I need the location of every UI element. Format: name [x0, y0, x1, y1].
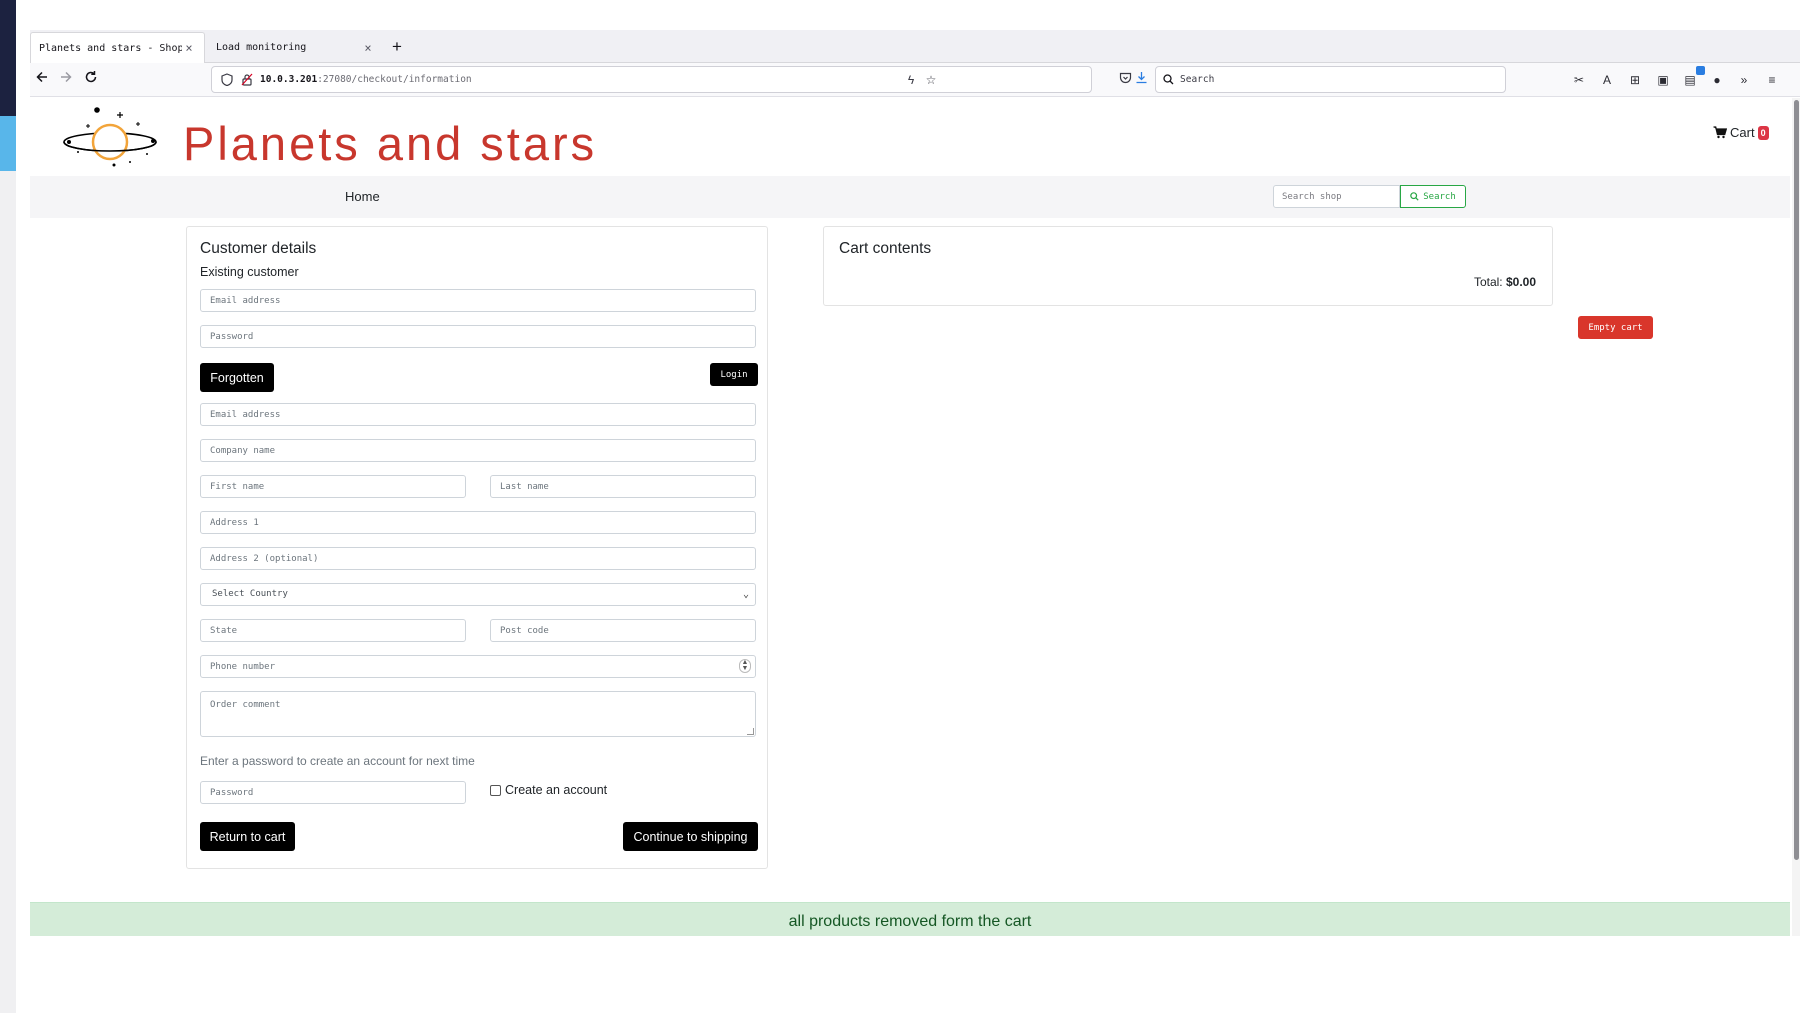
shop-search-input[interactable]: [1273, 185, 1400, 208]
tab-shop[interactable]: Planets and stars - Shop ×: [30, 32, 205, 63]
new-tab-button[interactable]: +: [386, 36, 408, 58]
cart-total-value: $0.00: [1505, 275, 1536, 289]
back-button[interactable]: [30, 68, 54, 92]
phone-input[interactable]: [200, 655, 756, 678]
country-select-value: Select Country: [212, 589, 288, 599]
login-password-input[interactable]: [200, 325, 756, 348]
cart-link[interactable]: Cart 0: [1713, 125, 1769, 140]
reload-button[interactable]: [79, 68, 103, 92]
login-button[interactable]: Login: [710, 363, 758, 386]
browser-window: Planets and stars - Shop × Load monitori…: [30, 30, 1800, 936]
last-name-input[interactable]: [490, 475, 756, 498]
close-icon[interactable]: ×: [361, 41, 375, 55]
success-alert: all products removed form the cart: [30, 902, 1790, 936]
extension-screenshot-icon[interactable]: ✂: [1570, 71, 1588, 89]
customer-details-card: Customer details Existing customer Forgo…: [186, 226, 768, 869]
desktop-edge-dark: [0, 0, 16, 116]
cart-contents-card: Cart contents Total: $0.00: [823, 226, 1553, 306]
site-nav: Home Search: [30, 176, 1790, 218]
empty-cart-button[interactable]: Empty cart: [1578, 316, 1653, 339]
order-comment-textarea[interactable]: [200, 691, 756, 737]
site-title[interactable]: Planets and stars: [183, 116, 597, 171]
cart-contents-title: Cart contents: [839, 240, 932, 257]
create-account-hint: Enter a password to create an account fo…: [200, 754, 475, 768]
continue-to-shipping-button[interactable]: Continue to shipping: [623, 822, 758, 851]
number-stepper-icon[interactable]: ▲ ▼: [739, 659, 751, 673]
search-icon: [1163, 74, 1174, 85]
overflow-chevron-icon[interactable]: »: [1735, 71, 1753, 89]
browser-search-bar[interactable]: Search: [1155, 66, 1506, 93]
insecure-lock-icon[interactable]: [240, 73, 254, 87]
resize-handle-icon[interactable]: [747, 728, 754, 735]
extension-grid-icon[interactable]: ⊞: [1626, 71, 1644, 89]
site-header: Planets and stars Cart 0: [30, 98, 1790, 176]
close-icon[interactable]: ×: [182, 41, 196, 55]
company-input[interactable]: [200, 439, 756, 462]
url-host: 10.0.3.201: [260, 74, 318, 85]
planet-logo-icon[interactable]: [60, 104, 166, 170]
phone-field: ▲▼: [200, 655, 756, 678]
shield-icon[interactable]: [220, 72, 234, 87]
tab-bar: Planets and stars - Shop × Load monitori…: [30, 30, 1800, 63]
extension-badge: [1696, 66, 1705, 75]
menu-icon[interactable]: ≡: [1763, 71, 1781, 89]
state-input[interactable]: [200, 619, 466, 642]
extension-note-icon[interactable]: ▣: [1654, 71, 1672, 89]
cart-total: Total: $0.00: [1474, 275, 1536, 289]
shopping-cart-icon: [1713, 126, 1727, 139]
cart-total-label: Total:: [1473, 275, 1506, 289]
web-page: Planets and stars Cart 0 Home Search Cus…: [30, 98, 1800, 936]
url-path: :27080/checkout/information: [317, 74, 472, 85]
tab-title: Planets and stars - Shop: [39, 42, 182, 54]
nav-home-link[interactable]: Home: [345, 189, 380, 204]
desktop-edge-accent: [0, 116, 16, 171]
existing-customer-title: Existing customer: [200, 265, 299, 279]
create-account-checkbox-row[interactable]: Create an account: [490, 783, 607, 797]
scrollbar-thumb[interactable]: [1794, 100, 1799, 860]
customer-details-title: Customer details: [200, 240, 317, 257]
forgotten-button[interactable]: Forgotten: [200, 363, 274, 392]
reload-icon: [85, 71, 97, 83]
lightning-icon[interactable]: ϟ: [903, 72, 919, 88]
shop-search-button-label: Search: [1423, 191, 1456, 202]
tab-load-monitoring[interactable]: Load monitoring ×: [208, 32, 383, 63]
shop-search-button[interactable]: Search: [1400, 185, 1466, 208]
address1-input[interactable]: [200, 511, 756, 534]
create-account-checkbox[interactable]: [490, 784, 501, 796]
comment-field: [200, 691, 756, 737]
search-placeholder: Search: [1180, 74, 1215, 85]
create-account-label: Create an account: [505, 783, 608, 797]
extension-translate-icon[interactable]: A: [1598, 71, 1616, 89]
browser-toolbar: 10.0.3.201 :27080/checkout/information ϟ…: [30, 63, 1800, 97]
search-icon: [1410, 192, 1419, 201]
address2-input[interactable]: [200, 547, 756, 570]
address-bar[interactable]: 10.0.3.201 :27080/checkout/information ϟ…: [211, 66, 1092, 93]
tab-title: Load monitoring: [216, 42, 307, 53]
bookmark-star-icon[interactable]: ☆: [923, 72, 939, 88]
cart-label: Cart: [1730, 125, 1755, 140]
extension-cookie-icon[interactable]: ●: [1708, 71, 1726, 89]
login-email-input[interactable]: [200, 289, 756, 312]
cart-count-badge: 0: [1757, 125, 1769, 140]
forward-arrow-icon: [61, 71, 72, 83]
screen: Planets and stars - Shop × Load monitori…: [0, 0, 1800, 1013]
download-icon[interactable]: [1132, 71, 1150, 89]
new-password-input[interactable]: [200, 781, 466, 804]
country-select[interactable]: Select Country ⌄: [200, 583, 756, 606]
forward-button[interactable]: [54, 68, 78, 92]
page-scrollbar[interactable]: [1792, 98, 1800, 936]
postcode-input[interactable]: [490, 619, 756, 642]
back-arrow-icon: [36, 71, 47, 83]
first-name-input[interactable]: [200, 475, 466, 498]
chevron-down-icon: ⌄: [742, 589, 749, 600]
return-to-cart-button[interactable]: Return to cart: [200, 822, 295, 851]
email-input[interactable]: [200, 403, 756, 426]
